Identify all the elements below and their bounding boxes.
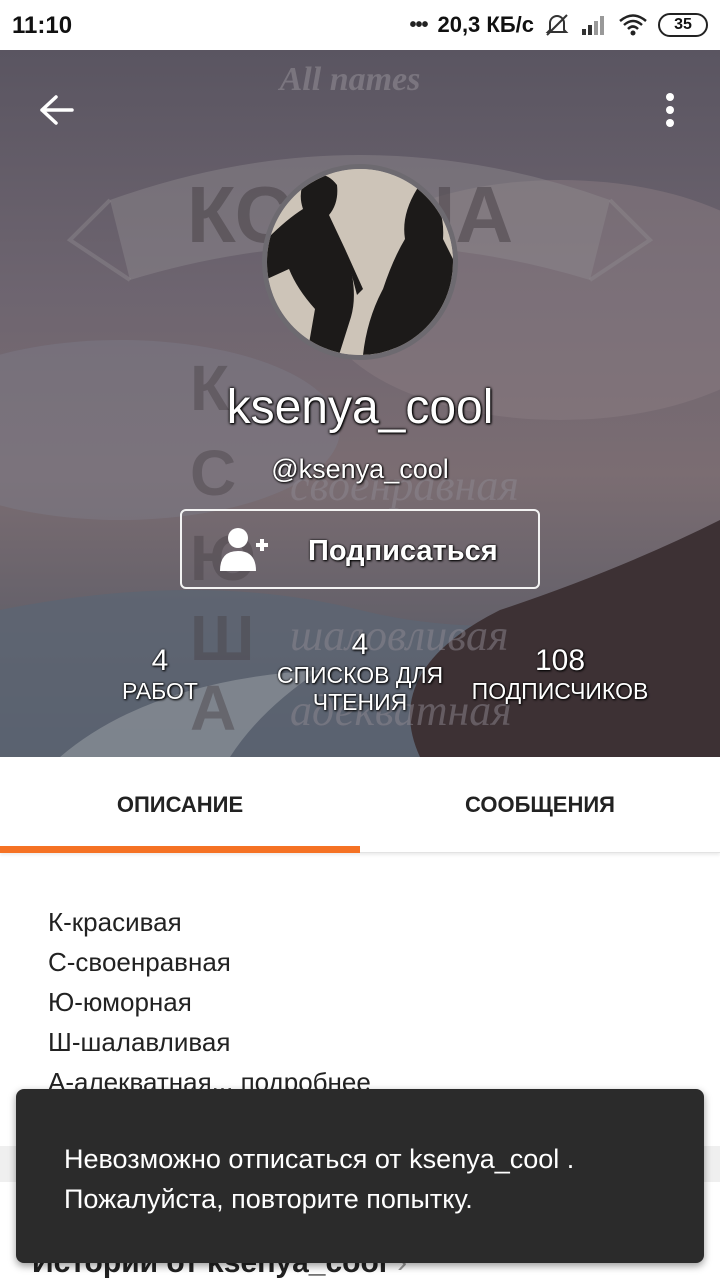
stat-reading-lists-label-1: СПИСКОВ ДЛЯ bbox=[276, 662, 444, 688]
battery-level: 35 bbox=[674, 16, 692, 33]
tab-messages[interactable]: СООБЩЕНИЯ bbox=[360, 757, 720, 853]
more-notifications-icon: ••• bbox=[409, 13, 428, 36]
description-line: Ю-юморная bbox=[48, 987, 192, 1017]
stat-reading-lists-label-2: ЧТЕНИЯ bbox=[312, 689, 408, 715]
wifi-icon bbox=[619, 14, 647, 36]
status-time: 11:10 bbox=[12, 12, 73, 39]
stat-followers-value: 108 bbox=[534, 644, 586, 677]
description-line: Ш-шалавливая bbox=[48, 1027, 231, 1057]
status-icons: ••• 20,3 КБ/с 35 bbox=[409, 10, 708, 40]
battery-icon: 35 bbox=[658, 13, 708, 37]
display-name: ksenya_cool bbox=[226, 381, 494, 434]
toast-line-2: Пожалуйста, повторите попытку. bbox=[64, 1184, 473, 1214]
arrow-left-icon bbox=[40, 95, 74, 125]
stat-followers[interactable]: 108 ПОДПИСЧИКОВ bbox=[460, 644, 660, 705]
stat-works-label: РАБОТ bbox=[122, 678, 198, 704]
more-options-button[interactable] bbox=[640, 80, 700, 140]
description-line: К-красивая bbox=[48, 907, 182, 937]
follow-button[interactable]: Подписаться bbox=[180, 509, 540, 589]
stat-works-value: 4 bbox=[151, 644, 169, 677]
mute-bell-icon bbox=[545, 14, 569, 36]
network-speed: 20,3 КБ/с bbox=[437, 12, 534, 37]
back-button[interactable] bbox=[26, 80, 86, 140]
avatar-image bbox=[267, 169, 453, 355]
signal-icon bbox=[582, 16, 604, 35]
error-toast: Невозможно отписаться от ksenya_cool . П… bbox=[16, 1089, 704, 1263]
toast-line-1: Невозможно отписаться от ksenya_cool . bbox=[64, 1144, 575, 1174]
stat-reading-lists-value: 4 bbox=[351, 628, 369, 661]
more-vertical-icon bbox=[666, 93, 674, 127]
status-bar: 11:10 ••• 20,3 КБ/с 35 bbox=[0, 0, 720, 50]
active-tab-indicator bbox=[0, 846, 360, 853]
username: @ksenya_cool bbox=[271, 454, 449, 484]
profile-description: К-красивая С-своенравная Ю-юморная Ш-шал… bbox=[48, 902, 371, 1102]
svg-text:All names: All names bbox=[278, 61, 421, 98]
add-user-icon bbox=[220, 528, 268, 571]
description-line: С-своенравная bbox=[48, 947, 231, 977]
stat-works[interactable]: 4 РАБОТ bbox=[90, 644, 230, 705]
stat-reading-lists[interactable]: 4 СПИСКОВ ДЛЯ ЧТЕНИЯ bbox=[270, 628, 450, 716]
profile-header: All names КСЮША К С Ю Ш А своенравная ша… bbox=[0, 50, 720, 757]
stat-followers-label: ПОДПИСЧИКОВ bbox=[471, 678, 649, 704]
tab-description[interactable]: ОПИСАНИЕ bbox=[0, 757, 360, 853]
follow-button-label: Подписаться bbox=[308, 535, 498, 567]
avatar[interactable] bbox=[262, 164, 458, 360]
profile-tabs: ОПИСАНИЕ СООБЩЕНИЯ bbox=[0, 757, 720, 853]
